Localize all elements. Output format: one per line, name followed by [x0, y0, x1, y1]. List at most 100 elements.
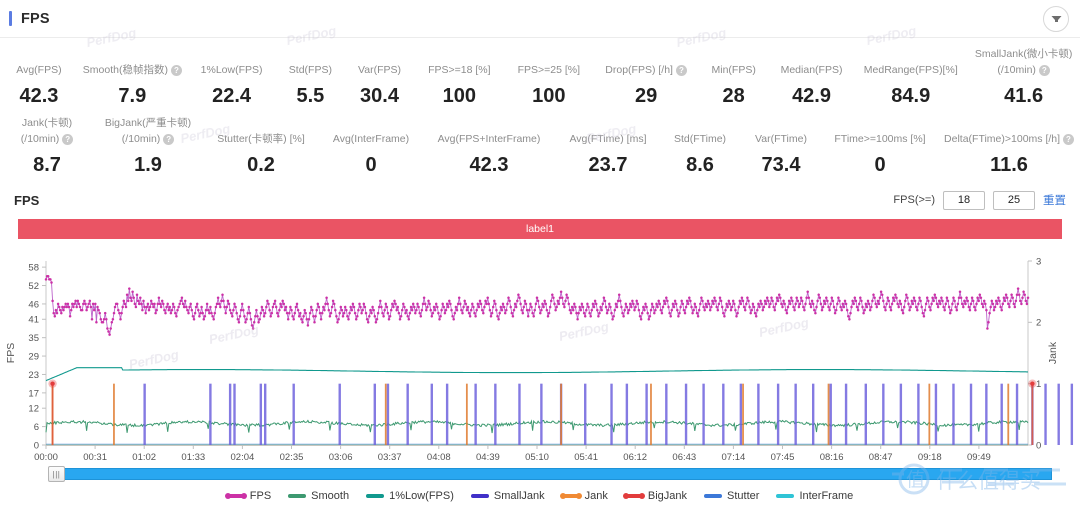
- metric-label: Drop(FPS) [/h] ?: [605, 64, 687, 77]
- svg-text:29: 29: [28, 351, 39, 362]
- metric-card: Min(FPS) 28: [699, 48, 769, 108]
- metric-value: 100: [532, 85, 566, 107]
- metric-label: Std(FPS): [289, 64, 332, 77]
- legend-color-swatch: [622, 492, 645, 499]
- metric-value: 0: [365, 154, 377, 176]
- svg-text:1: 1: [1036, 379, 1041, 390]
- svg-text:07:14: 07:14: [722, 452, 746, 463]
- metric-label: Avg(FTime) [ms]: [569, 133, 646, 146]
- legend-item-fps[interactable]: FPS: [224, 490, 271, 502]
- legend-item-interframe[interactable]: InterFrame: [776, 490, 853, 502]
- svg-text:41: 41: [28, 315, 39, 326]
- legend-item-jank[interactable]: Jank: [559, 490, 608, 502]
- legend-color-swatch: [224, 492, 247, 499]
- metric-card: 1%Low(FPS) 22.4: [187, 48, 277, 108]
- fps-plot-svg[interactable]: 06121723293541465258FPS0123Jank00:00 00:3…: [0, 249, 1080, 464]
- metric-label: Smooth(稳帧指数) ?: [83, 64, 182, 77]
- metric-label: BigJank(严重卡顿) (/10min) ?: [96, 117, 200, 146]
- reset-button[interactable]: 重置: [1043, 192, 1066, 208]
- legend-item-smalljank[interactable]: SmallJank: [470, 490, 545, 502]
- metrics-row-primary: Avg(FPS) 42.3 Smooth(稳帧指数) ? 7.9 1%Low(FPS) 2…: [0, 48, 1080, 108]
- svg-text:PerfDog: PerfDog: [208, 322, 261, 347]
- legend-item-stutter[interactable]: Stutter: [704, 490, 759, 502]
- svg-text:46: 46: [28, 299, 39, 310]
- legend-color-swatch: [776, 494, 795, 498]
- metric-label-line: Std(FPS): [288, 64, 332, 76]
- label-bar-label1[interactable]: label1: [18, 219, 1062, 239]
- svg-text:3: 3: [1036, 256, 1041, 267]
- timeline-range-slider[interactable]: |||: [0, 466, 1080, 482]
- help-icon[interactable]: ?: [163, 133, 175, 145]
- svg-text:06:12: 06:12: [623, 452, 647, 463]
- chart-header: FPS FPS(>=) 重置: [0, 187, 1080, 213]
- chevron-down-icon[interactable]: [1043, 6, 1069, 32]
- slider-left-handle[interactable]: |||: [48, 466, 65, 482]
- svg-text:08:47: 08:47: [869, 452, 893, 463]
- metric-label: Avg(FPS): [16, 64, 61, 77]
- metric-card: Std(FTime) 8.6: [660, 117, 740, 177]
- metric-label-line: Avg(FPS+InterFrame): [437, 133, 541, 145]
- metric-label-line: FPS>=25 [%]: [517, 64, 581, 76]
- metric-label-line: Median(FPS): [780, 64, 843, 76]
- legend-item-1-low-fps-[interactable]: 1%Low(FPS): [366, 490, 454, 502]
- metric-value: 29: [634, 85, 658, 107]
- slider-track[interactable]: [60, 468, 1052, 480]
- metric-card: Delta(FTime)>100ms [/h] ? 11.6: [938, 117, 1080, 177]
- app-header: FPS: [0, 0, 1080, 38]
- svg-text:52: 52: [28, 281, 39, 292]
- svg-text:02:35: 02:35: [280, 452, 304, 463]
- metric-label: FTime>=100ms [%]: [834, 133, 925, 146]
- metric-card: FTime>=100ms [%] 0: [822, 117, 938, 177]
- help-icon[interactable]: ?: [675, 64, 687, 76]
- metric-value: 8.7: [33, 154, 61, 176]
- metric-label: Min(FPS): [712, 64, 756, 77]
- metric-value: 30.4: [360, 85, 399, 107]
- metric-label: Avg(InterFrame): [333, 133, 409, 146]
- fps-threshold-label: FPS(>=): [893, 194, 935, 206]
- metric-card: Smooth(稳帧指数) ? 7.9: [78, 48, 187, 108]
- svg-text:05:41: 05:41: [574, 452, 598, 463]
- help-icon[interactable]: ?: [170, 64, 182, 76]
- metric-value: 41.6: [1004, 85, 1044, 107]
- page-title: FPS: [0, 11, 50, 27]
- svg-text:03:37: 03:37: [378, 452, 402, 463]
- metric-label-line: Smooth(稳帧指数) ?: [83, 64, 182, 77]
- metric-card: Median(FPS) 42.9: [769, 48, 855, 108]
- metric-value: 22.4: [212, 85, 252, 107]
- metric-label: Jank(卡顿) (/10min) ?: [2, 117, 92, 146]
- svg-text:00:31: 00:31: [83, 452, 107, 463]
- svg-text:0: 0: [34, 440, 39, 451]
- metric-value: 0: [874, 154, 886, 176]
- metric-label-line: Stutter(卡顿率) [%]: [217, 133, 305, 145]
- help-icon[interactable]: ?: [1062, 133, 1074, 145]
- legend-color-swatch: [470, 494, 489, 498]
- help-icon[interactable]: ?: [62, 133, 74, 145]
- legend-item-bigjank[interactable]: BigJank: [622, 490, 687, 502]
- app-title-text: FPS: [21, 10, 50, 27]
- metric-label-line: Jank(卡顿): [21, 117, 73, 129]
- fps-threshold-low-input[interactable]: [943, 190, 985, 210]
- svg-text:03:06: 03:06: [329, 452, 353, 463]
- legend-label: Jank: [584, 490, 608, 502]
- legend-label: Smooth: [311, 490, 350, 502]
- svg-text:PerfDog: PerfDog: [758, 315, 811, 340]
- legend-item-smooth[interactable]: Smooth: [288, 490, 349, 502]
- svg-text:2: 2: [1036, 318, 1041, 329]
- metric-card: Avg(FPS+InterFrame) 42.3: [422, 117, 556, 177]
- metric-card: Avg(InterFrame) 0: [320, 117, 422, 177]
- chart-plot-area[interactable]: 0 6 12 17 23 29 35 41 46 52 58 FPS 0 1 2 3 Jank 00:00 00:3…: [0, 249, 1080, 464]
- metric-label: SmallJank(微小卡顿) (/10min) ?: [969, 48, 1078, 77]
- chart-controls: FPS(>=) 重置: [893, 190, 1066, 210]
- fps-threshold-high-input[interactable]: [993, 190, 1035, 210]
- svg-text:PerfDog: PerfDog: [128, 347, 181, 372]
- metric-card: Var(FPS) 30.4: [344, 48, 414, 108]
- legend-label: SmallJank: [493, 490, 545, 502]
- metric-label-line: Delta(FTime)>100ms [/h] ?: [944, 133, 1074, 146]
- title-accent-bar: [9, 11, 12, 26]
- help-icon[interactable]: ?: [1038, 64, 1050, 76]
- metric-label-line: Avg(InterFrame): [332, 133, 410, 145]
- metric-label-line: Avg(FTime) [ms]: [569, 133, 647, 145]
- metric-value: 84.9: [891, 85, 931, 107]
- metric-card: Stutter(卡顿率) [%] 0.2: [202, 117, 320, 177]
- metric-label-line: Min(FPS): [711, 64, 756, 76]
